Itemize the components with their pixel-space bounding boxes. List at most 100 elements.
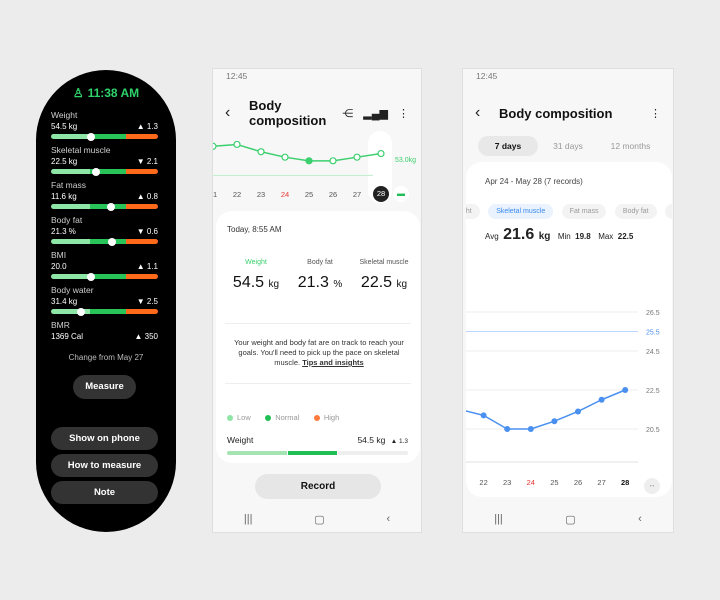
metric-change: ▲ 350 [134, 332, 159, 341]
metric-change: ▲ 1.3 [136, 122, 158, 131]
detail-label: Weight [227, 435, 254, 445]
expand-chart-icon[interactable]: ↔ [644, 478, 660, 494]
weight-data-point [305, 157, 313, 165]
data-point [480, 412, 487, 419]
divider [225, 383, 411, 384]
goal-label: 53.0kg [395, 157, 417, 164]
range-marker [107, 237, 116, 246]
summary-card: Today, 8:55 AM Weight 54.5 kg Body fat 21… [216, 211, 420, 463]
skeletal-muscle-chart: 20.522.524.525.526.52122232425262728 [466, 310, 660, 487]
x-tick-label: 24 [527, 478, 535, 487]
home-icon[interactable]: ▢ [314, 513, 324, 526]
trend-card: Apr 24 - May 28 (7 records) ght Skeletal… [466, 162, 672, 497]
data-point [575, 408, 581, 415]
how-to-measure-button[interactable]: How to measure [51, 454, 158, 477]
weight-data-point [213, 142, 217, 150]
metric-value: 11.6 kg [51, 192, 77, 201]
metric-change: ▲ 1.1 [136, 262, 158, 271]
recent-apps-icon[interactable]: ||| [244, 513, 253, 526]
metric-label: Weight [51, 110, 78, 120]
share-icon[interactable]: ⋲ [342, 107, 353, 120]
tab-31-days[interactable]: 31 days [543, 136, 593, 156]
summary-metric[interactable]: Skeletal muscle 22.5 kg [352, 259, 416, 292]
y-tick-label: 22.5 [646, 388, 660, 395]
day-label[interactable]: 26 [325, 190, 341, 199]
page-title: Body composition [499, 105, 613, 121]
watch-metric: BMI 20.0 ▲ 1.1 [51, 250, 158, 281]
metric-value: 54.5 kg [51, 122, 78, 131]
detail-value: 54.5 kg ▲ 1.3 [357, 435, 408, 445]
note-button[interactable]: Note [51, 481, 158, 504]
metric-label: BMI [51, 250, 67, 260]
watch-metric: Skeletal muscle 22.5 kg ▼ 2.1 [51, 145, 158, 176]
back-icon[interactable]: ‹ [225, 104, 245, 122]
range-marker [76, 307, 85, 316]
nav-back-icon[interactable]: ‹ [386, 513, 390, 526]
summary-value: 54.5 [232, 274, 265, 291]
watch-metric: Body fat 21.3 % ▼ 0.6 [51, 215, 158, 246]
metric-change: ▼ 2.1 [136, 157, 158, 166]
summary-value: 22.5 [360, 274, 393, 291]
phone-body-composition-trends: 12:45 ‹ Body composition ⋮ 7 days 31 day… [462, 68, 674, 533]
watch-metric: BMR 1369 Cal ▲ 350 [51, 320, 158, 341]
metric-label: Fat mass [51, 180, 86, 190]
data-point [551, 418, 558, 425]
x-tick-label: 22 [479, 478, 487, 487]
page-title: Body composition [249, 98, 327, 128]
y-tick-label: 24.5 [646, 349, 660, 356]
insight-message: Your weight and body fat are on track to… [234, 338, 404, 367]
status-time: 12:45 [476, 71, 498, 81]
summary-label: Skeletal muscle [359, 259, 409, 266]
watch-metric: Fat mass 11.6 kg ▲ 0.8 [51, 180, 158, 211]
recent-apps-icon[interactable]: ||| [494, 513, 503, 526]
watch-metric: Body water 31.4 kg ▼ 2.5 [51, 285, 158, 316]
tab-7-days[interactable]: 7 days [478, 136, 538, 156]
summary-unit: % [333, 279, 343, 290]
tips-link[interactable]: Tips and insights [302, 358, 364, 367]
status-time: 12:45 [226, 71, 248, 81]
more-options-icon[interactable]: ⋮ [650, 107, 661, 120]
summary-unit: kg [268, 279, 280, 290]
x-tick-label: 27 [597, 478, 605, 487]
nav-back-icon[interactable]: ‹ [638, 513, 642, 526]
metric-label: BMR [51, 320, 70, 330]
metric-range-bar [51, 237, 158, 246]
scale-icon[interactable]: ▬ [393, 186, 409, 202]
weight-range-bar [227, 451, 408, 455]
x-tick-label: 23 [503, 478, 511, 487]
range-marker [86, 132, 95, 141]
summary-label: Weight [245, 259, 267, 266]
measure-button[interactable]: Measure [73, 375, 136, 399]
y-tick-label: 26.5 [646, 310, 660, 317]
summary-value: 21.3 [297, 274, 329, 291]
summary-metric[interactable]: Body fat 21.3 % [288, 259, 352, 292]
metric-range-bar [51, 202, 158, 211]
y-tick-label: 20.5 [646, 427, 660, 434]
day-label[interactable]: 24 [277, 190, 293, 199]
show-on-phone-button[interactable]: Show on phone [51, 427, 158, 450]
summary-metric[interactable]: Weight 54.5 kg [224, 259, 288, 292]
legend-high-dot [313, 414, 320, 421]
day-label[interactable]: 28 [373, 186, 389, 202]
record-button[interactable]: Record [255, 474, 381, 499]
x-tick-label: 26 [574, 478, 582, 487]
more-options-icon[interactable]: ⋮ [398, 107, 409, 120]
day-label[interactable]: 25 [301, 190, 317, 199]
day-label[interactable]: 22 [229, 190, 245, 199]
chart-icon[interactable]: ▂▄▆ [363, 107, 388, 120]
day-label[interactable]: 23 [253, 190, 269, 199]
data-point [622, 387, 629, 393]
day-label[interactable]: 27 [349, 190, 365, 199]
day-label[interactable]: 21 [213, 190, 221, 199]
weight-data-point [233, 140, 241, 149]
x-tick-label: 28 [621, 478, 629, 487]
tab-12-months[interactable]: 12 months [603, 136, 658, 156]
metric-value: 21.3 % [51, 227, 76, 236]
home-icon[interactable]: ▢ [565, 513, 575, 526]
measurement-datetime: Today, 8:55 AM [227, 225, 282, 234]
data-point [527, 426, 534, 432]
summary-label: Body fat [307, 259, 333, 266]
summary-unit: kg [396, 279, 408, 290]
back-icon[interactable]: ‹ [475, 104, 495, 122]
metric-value: 1369 Cal [51, 332, 84, 341]
